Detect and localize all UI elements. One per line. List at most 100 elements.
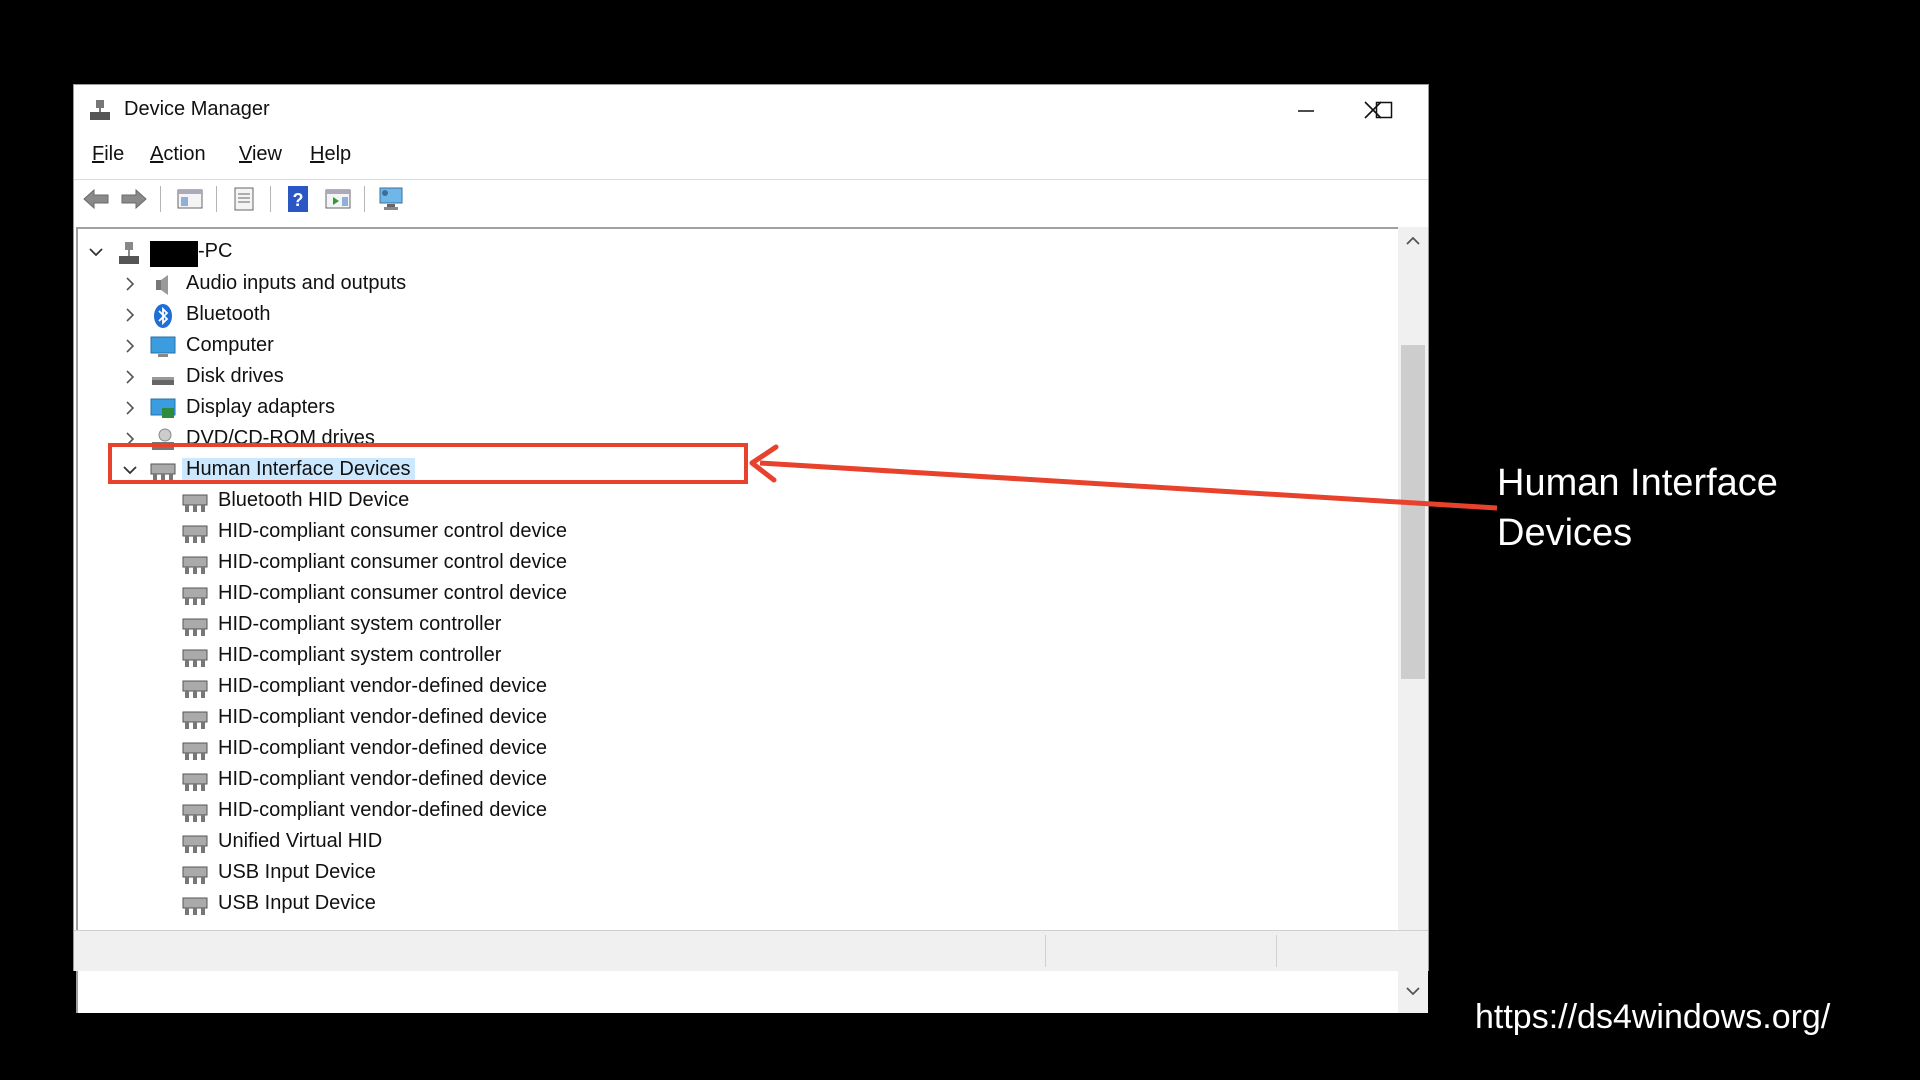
show-hide-console-tree-button[interactable] [174,183,206,215]
hid-device-row[interactable]: HID-compliant consumer control device [78,517,1398,548]
annotation-line-1: Human Interface [1497,462,1778,504]
device-tree-content: -PC Audio inputs and outputs Bluetooth C… [78,229,1398,927]
device-manager-icon [90,100,110,120]
menu-help[interactable]: Help [310,143,351,166]
hid-device-icon [182,680,208,698]
hid-device-icon [182,494,208,512]
hid-device-row[interactable]: USB Input Device [78,889,1398,920]
scroll-up-icon[interactable] [1405,235,1421,247]
speaker-icon [156,275,168,295]
minimize-icon [1298,110,1314,112]
menu-action[interactable]: Action [150,143,206,166]
hid-device-label: HID-compliant vendor-defined device [218,706,548,728]
menu-file[interactable]: File [92,143,124,166]
hid-device-row[interactable]: HID-compliant vendor-defined device [78,672,1398,703]
hid-device-row[interactable]: HID-compliant system controller [78,641,1398,672]
annotation-line-2: Devices [1497,512,1633,554]
hid-device-icon [182,742,208,760]
hid-device-label: HID-compliant system controller [218,644,502,666]
hid-device-row[interactable]: HID-compliant vendor-defined device [78,765,1398,796]
close-icon[interactable] [1363,100,1383,120]
hid-device-label: HID-compliant vendor-defined device [218,768,548,790]
chevron-right-icon[interactable] [120,336,140,356]
toolbar: ? [74,179,1428,218]
hid-device-row[interactable]: HID-compliant vendor-defined device [78,734,1398,765]
footer-url: https://ds4windows.org/ [1475,998,1831,1036]
display-adapter-icon [150,398,176,418]
hid-device-icon [182,897,208,915]
properties-icon [234,187,254,211]
disk-drive-icon [152,377,174,385]
scroll-down-icon[interactable] [1405,985,1421,997]
category-label: Display adapters [186,396,335,418]
back-arrow-icon [83,188,109,210]
tree-category-bluetooth[interactable]: Bluetooth [78,300,1398,331]
computer-network-icon [119,242,139,264]
annotation-label: Human Interface Devices [1497,458,1877,558]
action-view-button[interactable] [322,183,354,215]
hid-device-icon [182,587,208,605]
help-button[interactable]: ? [282,183,314,215]
tree-category-audio[interactable]: Audio inputs and outputs [78,269,1398,300]
hid-device-row[interactable]: HID-compliant vendor-defined device [78,703,1398,734]
highlight-box [108,443,748,484]
chevron-right-icon[interactable] [120,305,140,325]
tree-category-computer[interactable]: Computer [78,331,1398,362]
scan-hardware-icon [379,187,403,210]
title-bar[interactable]: Device Manager [74,85,1428,135]
hid-device-row[interactable]: Unified Virtual HID [78,827,1398,858]
hid-device-icon [182,804,208,822]
chevron-right-icon[interactable] [120,274,140,294]
scroll-thumb[interactable] [1401,345,1425,679]
tree-category-display-adapters[interactable]: Display adapters [78,393,1398,424]
chevron-right-icon[interactable] [120,367,140,387]
hid-device-label: USB Input Device [218,861,376,883]
forward-arrow-icon [121,188,147,210]
hid-device-icon [182,525,208,543]
hid-device-icon [182,618,208,636]
hid-device-icon [182,649,208,667]
hid-device-icon [182,711,208,729]
status-bar [74,930,1428,971]
hid-device-icon [182,773,208,791]
device-tree[interactable]: -PC Audio inputs and outputs Bluetooth C… [76,227,1398,1013]
svg-text:?: ? [293,190,304,210]
scan-hardware-button[interactable] [376,183,408,215]
hid-device-label: HID-compliant vendor-defined device [218,799,548,821]
hid-device-label: USB Input Device [218,892,376,914]
vertical-scrollbar[interactable] [1398,227,1428,1013]
hid-device-row[interactable]: HID-compliant vendor-defined device [78,796,1398,827]
hid-device-label: HID-compliant vendor-defined device [218,737,548,759]
hid-device-row[interactable]: HID-compliant consumer control device [78,579,1398,610]
hid-device-label: HID-compliant system controller [218,613,502,635]
hid-device-row[interactable]: HID-compliant consumer control device [78,548,1398,579]
category-label: Audio inputs and outputs [186,272,407,294]
tree-root-label: -PC [198,240,233,262]
hid-device-label: HID-compliant consumer control device [218,551,568,573]
tree-root-node[interactable]: -PC [78,237,1398,268]
hid-device-row[interactable]: Bluetooth HID Device [78,486,1398,517]
hid-device-icon [182,835,208,853]
menu-bar: File Action View Help [74,137,1428,173]
hid-device-icon [182,556,208,574]
hid-device-label: Bluetooth HID Device [218,489,410,511]
hid-device-row[interactable]: HID-compliant system controller [78,610,1398,641]
menu-view[interactable]: View [239,143,282,166]
hid-device-row[interactable]: USB Input Device [78,858,1398,889]
tree-category-disk-drives[interactable]: Disk drives [78,362,1398,393]
monitor-icon [150,336,176,357]
minimize-button[interactable] [1266,85,1346,135]
chevron-down-icon[interactable] [86,242,106,262]
hid-device-label: Unified Virtual HID [218,830,383,852]
chevron-right-icon[interactable] [120,398,140,418]
forward-button[interactable] [118,183,150,215]
category-label: Computer [186,334,274,356]
hid-device-label: HID-compliant consumer control device [218,582,568,604]
properties-button[interactable] [228,183,260,215]
window-title: Device Manager [124,98,270,120]
maximize-button[interactable] [1344,85,1424,135]
console-tree-icon [177,189,203,209]
back-button[interactable] [80,183,112,215]
redacted-computer-name [150,241,198,267]
category-label: Disk drives [186,365,284,387]
